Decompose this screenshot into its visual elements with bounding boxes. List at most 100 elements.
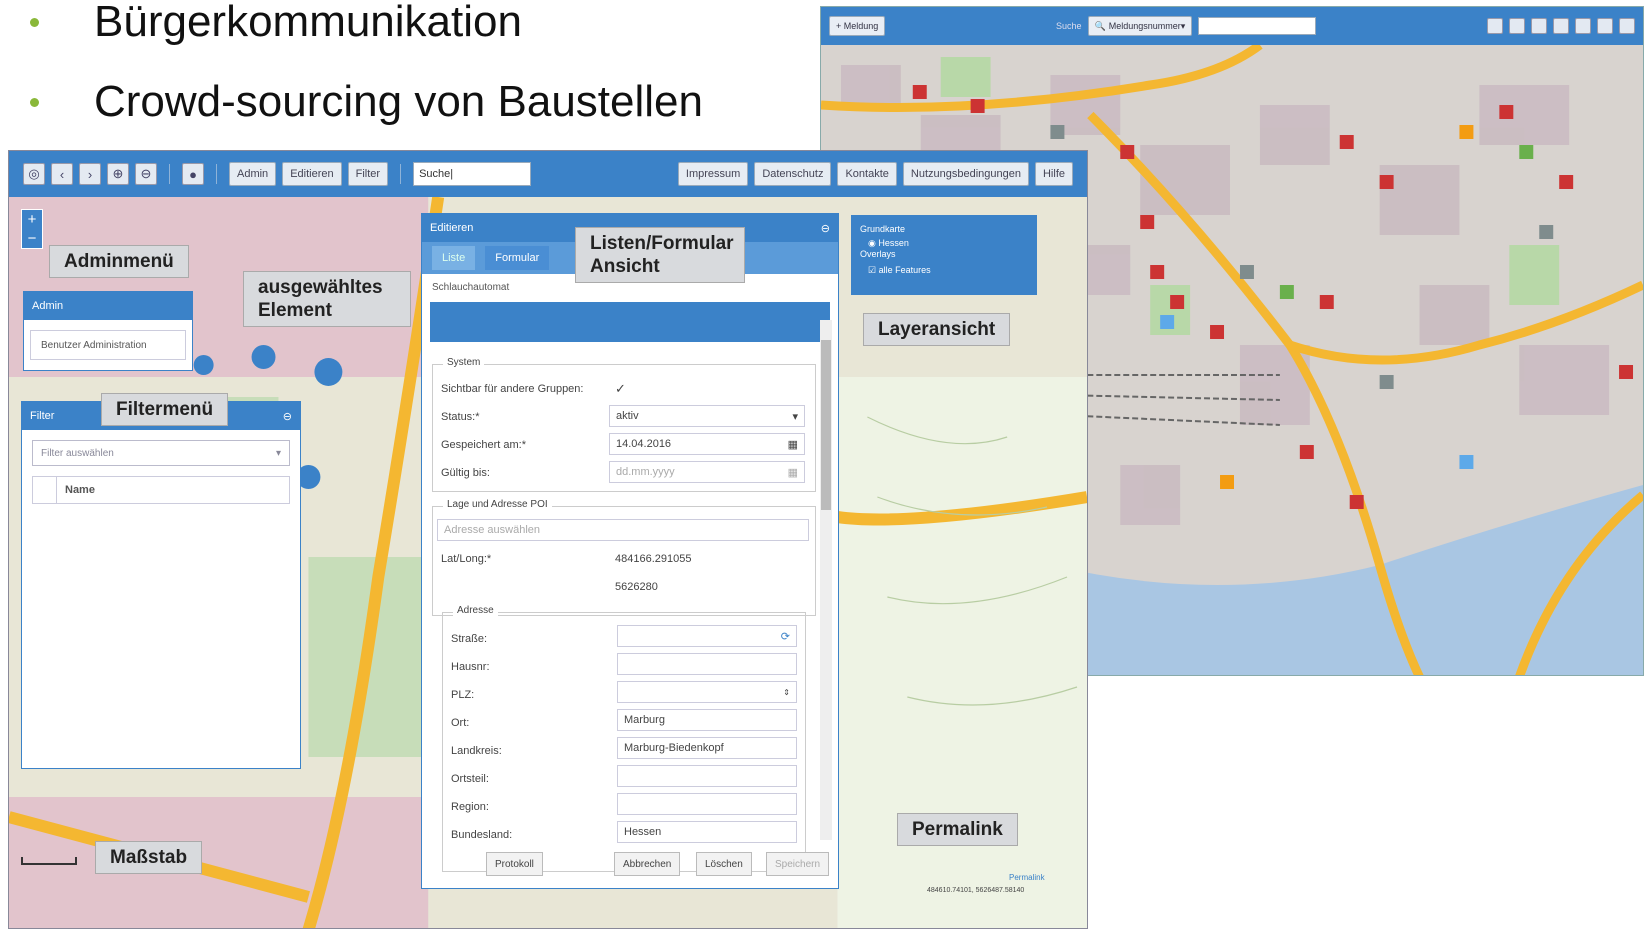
user-admin-item[interactable]: Benutzer Administration (30, 330, 186, 360)
search-input[interactable]: Suche| (413, 162, 532, 186)
back-icon[interactable] (1553, 18, 1569, 34)
status-value: aktiv (616, 410, 639, 422)
all-features-checkbox[interactable]: ☑ alle Features (868, 265, 1028, 276)
zoom-out-icon[interactable] (1619, 18, 1635, 34)
search-type-select[interactable]: 🔍 Meldungsnummer ▾ (1087, 16, 1193, 36)
layer-panel: Grundkarte ◉ Hessen Overlays ☑ alle Feat… (851, 215, 1037, 295)
poi-fieldset: Lage und Adresse POI Adresse auswählen L… (432, 499, 816, 616)
zoom-plus-icon[interactable]: + (28, 211, 37, 228)
scrollbar-thumb[interactable] (821, 340, 831, 510)
bullet-text: Bürgerkommunikation (94, 0, 522, 46)
zoom-control[interactable]: + − (21, 209, 43, 249)
close-icon[interactable]: ⊖ (821, 222, 830, 235)
saved-date-value: 14.04.2016 (616, 438, 672, 450)
state-field[interactable]: Hessen (617, 821, 797, 843)
stepper-icon[interactable]: ⇕ (783, 688, 790, 697)
select-all-checkbox[interactable] (33, 477, 57, 503)
layers-icon[interactable] (1531, 18, 1547, 34)
houseno-field[interactable] (617, 653, 797, 675)
scale-bar (21, 857, 77, 865)
bullet-item: Bürgerkommunikation (22, 0, 782, 62)
print-icon[interactable] (1487, 18, 1503, 34)
quarter-label: Ortsteil: (451, 773, 489, 785)
saved-date-field[interactable]: 14.04.2016 ▦ (609, 433, 805, 455)
lat-value: 484166.291055 (615, 553, 692, 565)
system-legend: System (443, 357, 485, 368)
region-field[interactable] (617, 793, 797, 815)
visible-checkbox[interactable]: ✓ (615, 381, 626, 397)
zoom-minus-icon[interactable]: − (28, 230, 37, 247)
bullet-item: Crowd-sourcing von Baustellen (22, 62, 782, 142)
chevron-down-icon: ▾ (275, 447, 281, 459)
impressum-button[interactable]: Impressum (677, 162, 749, 186)
calendar-icon[interactable]: ▦ (788, 438, 798, 451)
edit-app-toolbar: ◎ ‹ › ⊕ ⊖ ● Admin Editieren Filter Suche… (9, 151, 1087, 197)
new-report-button[interactable]: + Meldung (829, 16, 886, 36)
slide-bullet-list: Bürgerkommunikation Crowd-sourcing von B… (22, 0, 782, 142)
admin-button[interactable]: Admin (229, 162, 277, 186)
base-map-label: Grundkarte (860, 224, 906, 234)
callout-permalink: Permalink (897, 813, 1018, 846)
search-input[interactable] (1198, 17, 1317, 35)
latlong-label: Lat/Long:* (441, 553, 492, 565)
filter-select[interactable]: Filter auswählen ▾ (32, 440, 290, 466)
forward-icon[interactable] (1575, 18, 1591, 34)
valid-date-field[interactable]: dd.mm.yyyy ▦ (609, 461, 805, 483)
zip-label: PLZ: (451, 689, 475, 701)
zoom-in-icon[interactable]: ⊕ (107, 163, 129, 185)
privacy-button[interactable]: Datenschutz (754, 162, 832, 186)
city-field[interactable]: Marburg (617, 709, 797, 731)
back-icon[interactable]: ‹ (51, 163, 73, 185)
search-label: Suche (1055, 21, 1082, 31)
delete-button[interactable]: Löschen (696, 852, 752, 876)
city-label: Ort: (451, 717, 470, 729)
locate-icon[interactable]: ● (182, 163, 204, 185)
column-name-header[interactable]: Name (57, 484, 95, 496)
status-select[interactable]: aktiv ▾ (609, 405, 805, 427)
edit-app-screenshot: ◎ ‹ › ⊕ ⊖ ● Admin Editieren Filter Suche… (8, 150, 1088, 929)
street-field[interactable]: ⟳ (617, 625, 797, 647)
calendar-icon[interactable]: ▦ (788, 466, 798, 479)
hessen-radio[interactable]: ◉ Hessen (868, 238, 1028, 249)
zoom-out-icon[interactable]: ⊖ (135, 163, 157, 185)
valid-date-placeholder: dd.mm.yyyy (616, 466, 675, 478)
callout-selected-element: ausgewähltes Element (243, 271, 411, 327)
zoom-in-icon[interactable] (1597, 18, 1613, 34)
coordinates-readout: 484610.74101, 5626487.58140 (927, 887, 1025, 894)
callout-scale: Maßstab (95, 841, 203, 874)
close-icon[interactable]: ⊖ (283, 410, 292, 423)
contact-button[interactable]: Kontakte (837, 162, 897, 186)
export-icon[interactable] (1509, 18, 1525, 34)
bullet-dot-icon (30, 18, 39, 27)
permalink-link[interactable]: Permalink (1009, 873, 1045, 882)
quarter-field[interactable] (617, 765, 797, 787)
long-value: 5626280 (615, 581, 658, 593)
save-button[interactable]: Speichern (766, 852, 830, 876)
street-label: Straße: (451, 633, 488, 645)
edit-panel-title: Editieren (430, 222, 474, 234)
table-header: Name (32, 476, 290, 504)
record-header-bar (430, 302, 830, 342)
help-button[interactable]: Hilfe (1034, 162, 1073, 186)
district-field[interactable]: Marburg-Biedenkopf (617, 737, 797, 759)
valid-label: Gültig bis: (441, 467, 490, 479)
form-scrollbar[interactable] (820, 320, 832, 840)
terms-button[interactable]: Nutzungsbedingungen (902, 162, 1029, 186)
globe-icon[interactable]: ◎ (23, 163, 45, 185)
chevron-down-icon: ▾ (792, 410, 798, 423)
status-label: Status:* (441, 411, 480, 423)
edit-button[interactable]: Editieren (282, 162, 342, 186)
tab-form[interactable]: Formular (485, 246, 550, 270)
filter-button[interactable]: Filter (347, 162, 389, 186)
tab-list[interactable]: Liste (432, 246, 476, 270)
all-features-label: alle Features (878, 265, 931, 275)
visible-label: Sichtbar für andere Gruppen: (441, 383, 584, 395)
callout-layer-view: Layeransicht (863, 313, 1011, 346)
refresh-icon[interactable]: ⟳ (781, 630, 790, 643)
zip-field[interactable]: ⇕ (617, 681, 797, 703)
address-search-field[interactable]: Adresse auswählen (437, 519, 809, 541)
log-button[interactable]: Protokoll (486, 852, 543, 876)
forward-icon[interactable]: › (79, 163, 101, 185)
cancel-button[interactable]: Abbrechen (614, 852, 681, 876)
toolbar-separator (169, 164, 170, 184)
